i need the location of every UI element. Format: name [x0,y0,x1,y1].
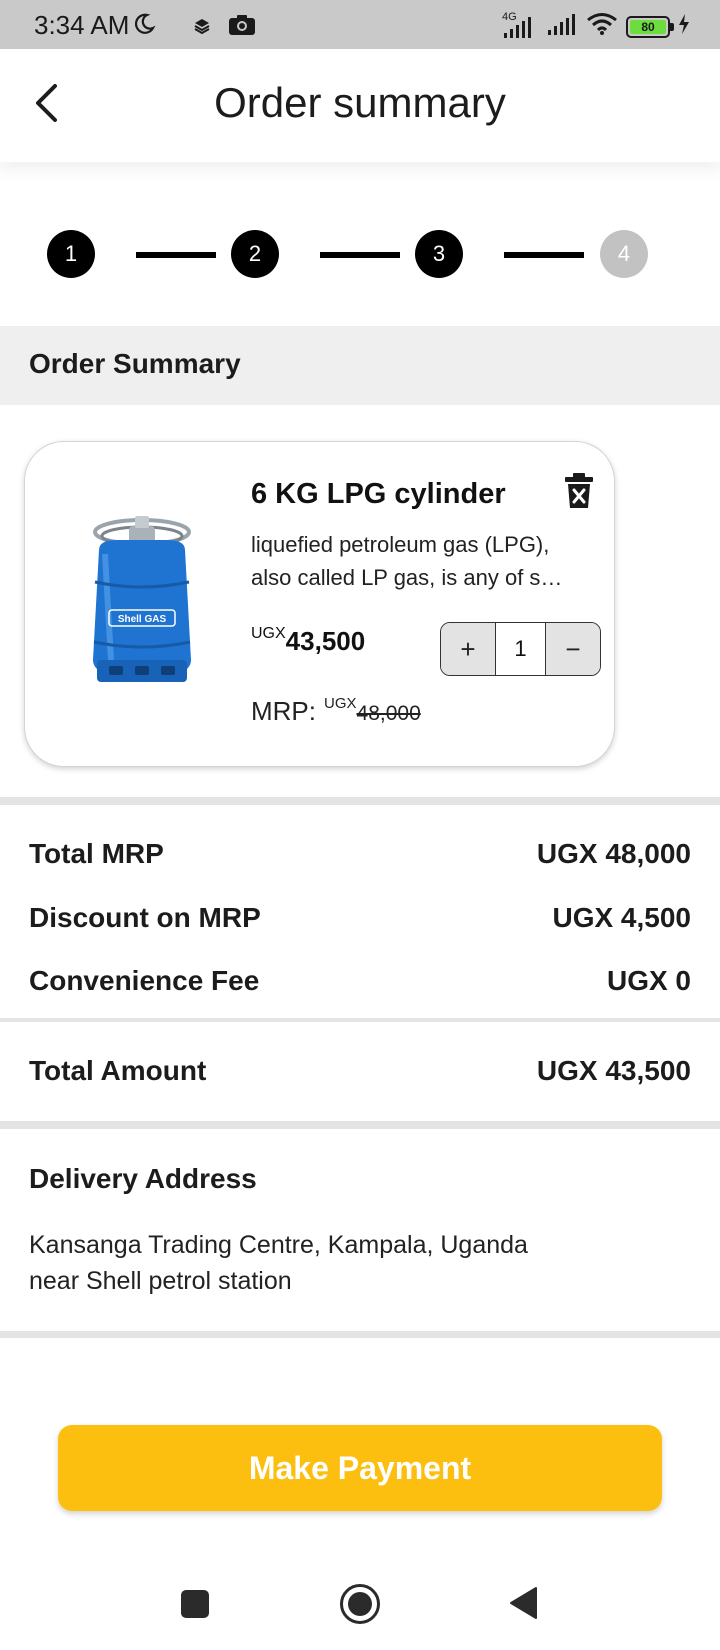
total-value: UGX 43,500 [536,1055,691,1086]
divider [0,1331,720,1338]
step-4: 4 [600,230,648,278]
step-2: 2 [231,230,279,278]
quantity-stepper: + 1 − [440,622,601,676]
charging-icon [678,13,690,40]
delivery-address-title: Delivery Address [29,1163,257,1194]
address-line: Kansanga Trading Centre, Kampala, Uganda [29,1231,528,1259]
quantity-value: 1 [495,623,546,675]
discount-row: Discount on MRP UGX 4,500 [29,902,691,934]
row-label: Discount on MRP [29,902,261,933]
gas-cylinder-image: Shell GAS [93,516,191,682]
delete-item-button[interactable] [563,472,595,510]
make-payment-button[interactable]: Make Payment [58,1425,662,1511]
home-button[interactable] [340,1584,380,1624]
total-mrp-row: Total MRP UGX 48,000 [29,838,691,870]
price-currency: UGX [251,625,286,642]
product-card: Shell GAS 6 KG LPG cylinder liquefied pe… [24,441,615,767]
decrease-quantity-button[interactable]: − [546,623,600,675]
row-label: Total MRP [29,838,164,869]
row-value: UGX 48,000 [536,838,691,869]
status-time: 3:34 AM [34,10,130,40]
page-title: Order summary [214,79,506,126]
address-line: near Shell petrol station [29,1267,292,1295]
status-bar: 3:34 AM 4G 80 [0,0,720,49]
increase-quantity-button[interactable]: + [441,623,495,675]
product-name: 6 KG LPG cylinder [251,478,506,510]
signal-icon: 4G [502,11,538,39]
wifi-icon [586,12,618,41]
battery-icon: 80 [626,15,674,38]
moon-icon [132,12,156,41]
total-amount-row: Total Amount UGX 43,500 [29,1055,691,1087]
order-summary-header: Order Summary [0,326,720,405]
recent-apps-button[interactable] [181,1590,209,1618]
layers-icon [193,17,211,40]
product-price: UGX43,500 [251,625,366,657]
row-value: UGX 4,500 [552,902,691,933]
product-description-line: liquefied petroleum gas (LPG), [251,532,550,557]
mrp-label: MRP: [251,696,316,726]
price-amount: 43,500 [285,626,366,656]
order-stepper: 1 2 3 4 [47,230,648,278]
mrp-currency: UGX [324,695,357,712]
convenience-fee-row: Convenience Fee UGX 0 [29,965,691,997]
system-back-button[interactable] [508,1586,538,1625]
step-3: 3 [415,230,463,278]
cylinder-brand-label: Shell GAS [118,614,167,625]
product-description: liquefied petroleum gas (LPG), also call… [251,528,591,594]
divider [0,797,720,805]
battery-level: 80 [630,19,666,34]
product-description-line: also called LP gas, is any of s… [251,565,563,590]
home-icon [348,1592,372,1616]
row-value: UGX 0 [606,965,691,996]
triangle-back-icon [510,1587,537,1619]
step-connector [136,252,216,258]
section-title: Order Summary [29,348,241,379]
step-connector [504,252,584,258]
network-type: 4G [502,10,517,23]
trash-icon [565,473,593,508]
row-label: Convenience Fee [29,965,260,996]
step-connector [320,252,400,258]
product-mrp: MRP: UGX48,000 [251,695,421,727]
divider [0,1121,720,1129]
signal-icon [546,12,578,41]
camera-icon [228,14,256,41]
mrp-value: 48,000 [356,702,421,725]
divider [0,1018,720,1022]
delivery-address-text: Kansanga Trading Centre, Kampala, Uganda… [29,1227,528,1299]
total-label: Total Amount [29,1055,207,1086]
app-bar: Order summary [0,49,720,162]
step-1: 1 [47,230,95,278]
